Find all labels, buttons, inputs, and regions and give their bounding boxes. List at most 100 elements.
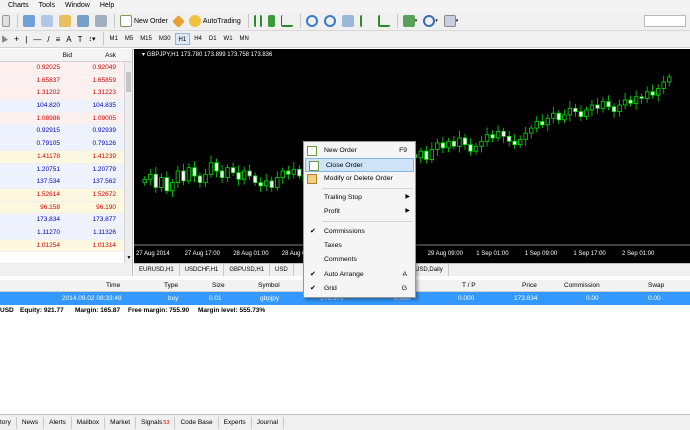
zoom-out-button[interactable]: [322, 14, 338, 29]
candlestick-button[interactable]: [266, 14, 277, 29]
timeframe-w1[interactable]: W1: [221, 33, 236, 45]
text-button[interactable]: A: [64, 32, 73, 47]
autotrading-button[interactable]: AutoTrading: [187, 14, 243, 29]
menu-trailing-stop[interactable]: Trailing Stop ▶: [304, 191, 415, 205]
indicators-button[interactable]: ▾: [401, 14, 420, 29]
arrows-button[interactable]: ↕▾: [86, 32, 97, 47]
zoom-out-icon: [323, 15, 336, 27]
bar-chart-button[interactable]: [252, 14, 264, 29]
menu-help[interactable]: Help: [95, 0, 119, 12]
chart-tab-usdchf[interactable]: USDCHF,H1: [180, 264, 225, 276]
cursor-button[interactable]: [0, 32, 10, 47]
timeframe-d1[interactable]: D1: [206, 33, 220, 45]
menu-taxes[interactable]: Taxes: [304, 239, 415, 253]
ask-column-header[interactable]: Ask: [90, 52, 116, 59]
search-input[interactable]: [644, 15, 686, 27]
market-watch-row[interactable]: 0.92915 0.92939: [0, 125, 132, 139]
channel-button[interactable]: ≡: [54, 32, 63, 47]
market-watch-toggle[interactable]: [21, 14, 37, 29]
chart-tab-gbpusd[interactable]: GBPUSD,H1: [224, 264, 271, 276]
col-time[interactable]: Time: [106, 282, 120, 289]
market-watch-row[interactable]: 1.52614 1.52672: [0, 188, 132, 202]
market-watch-row[interactable]: 1.01254 1.01314: [0, 239, 132, 253]
templates-button[interactable]: ▾: [442, 14, 461, 29]
menu-commissions[interactable]: ✔ Commissions: [304, 225, 415, 239]
timeframe-m30[interactable]: M30: [156, 33, 174, 45]
line-chart-button[interactable]: [279, 14, 295, 29]
new-order-button[interactable]: New Order: [118, 14, 170, 29]
market-watch-row[interactable]: 0.79105 0.79126: [0, 138, 132, 151]
col-type[interactable]: Type: [164, 282, 178, 289]
menu-charts[interactable]: Charts: [0, 0, 34, 12]
chart-shift-button[interactable]: [358, 14, 374, 29]
tab-alerts[interactable]: Alerts: [44, 416, 72, 429]
menu-commissions-label: Commissions: [324, 228, 365, 235]
autoscroll-button[interactable]: [376, 14, 392, 29]
tab-history[interactable]: tory: [0, 416, 17, 429]
periods-button[interactable]: ▾: [421, 14, 440, 29]
col-size[interactable]: Size: [212, 282, 225, 289]
tab-news[interactable]: News: [17, 416, 45, 429]
col-symbol[interactable]: Symbol: [258, 282, 280, 289]
menu-grid[interactable]: ✔ Grid G: [304, 282, 415, 296]
timeframe-h4[interactable]: H4: [191, 33, 205, 45]
tab-mailbox[interactable]: Mailbox: [72, 416, 106, 429]
col-price[interactable]: Price: [522, 282, 537, 289]
tab-code-base[interactable]: Code Base: [175, 416, 219, 429]
market-watch-row[interactable]: 96.158 96.190: [0, 201, 132, 215]
crosshair-button[interactable]: +: [12, 32, 21, 47]
data-window-toggle[interactable]: [39, 14, 55, 29]
col-tp[interactable]: T / P: [462, 282, 476, 289]
menu-close-order[interactable]: Close Order: [305, 158, 414, 172]
market-watch-row[interactable]: 173.834 173.877: [0, 214, 132, 227]
zoom-in-button[interactable]: [304, 14, 320, 29]
chart-tab-usd[interactable]: USD: [270, 264, 294, 276]
col-swap[interactable]: Swap: [648, 282, 664, 289]
timeframe-m15[interactable]: M15: [137, 33, 155, 45]
bid-column-header[interactable]: Bid: [46, 52, 72, 59]
tester-toggle[interactable]: [93, 14, 109, 29]
menu-profit[interactable]: Profit ▶: [304, 205, 415, 219]
col-commission[interactable]: Commission: [564, 282, 600, 289]
tab-signals[interactable]: Signals53: [136, 416, 176, 429]
checkmark-icon: ✔: [310, 228, 316, 235]
tab-journal[interactable]: Journal: [252, 416, 285, 429]
menu-new-order[interactable]: New Order F9: [304, 144, 415, 158]
chart-tab-eurusd[interactable]: EURUSD,H1: [134, 264, 180, 276]
market-watch-row[interactable]: 137.534 137.562: [0, 176, 132, 189]
market-watch-row[interactable]: 1.41178 1.41239: [0, 150, 132, 164]
menu-auto-arrange[interactable]: ✔ Auto Arrange A: [304, 268, 415, 282]
scrollbar-thumb[interactable]: [126, 72, 131, 92]
label-button[interactable]: T: [76, 32, 85, 47]
menu-comments[interactable]: Comments: [304, 253, 415, 267]
vertical-line-button[interactable]: |: [23, 32, 29, 47]
timeframe-m1[interactable]: M1: [107, 33, 121, 45]
market-watch-scrollbar[interactable]: ▼: [124, 62, 132, 263]
terminal-toggle[interactable]: [75, 14, 91, 29]
market-watch-row[interactable]: 0.92025 0.92049: [0, 62, 132, 75]
navigator-toggle[interactable]: [57, 14, 73, 29]
menu-window[interactable]: Window: [60, 0, 95, 12]
profiles-button[interactable]: [0, 14, 12, 29]
tab-market[interactable]: Market: [105, 416, 137, 429]
timeframe-mn[interactable]: MN: [237, 33, 252, 45]
horizontal-line-button[interactable]: —: [31, 32, 43, 47]
tile-windows-button[interactable]: [340, 14, 356, 29]
timeframe-m5[interactable]: M5: [122, 33, 136, 45]
scroll-down-icon[interactable]: ▼: [125, 255, 133, 263]
ask-value: 1.01314: [92, 241, 117, 249]
ask-value: 1.31223: [92, 89, 117, 97]
autotrading-label: AutoTrading: [202, 17, 241, 25]
market-watch-row[interactable]: 1.08986 1.09005: [0, 112, 132, 126]
menu-modify-order[interactable]: Modify or Delete Order: [304, 172, 415, 186]
market-watch-row[interactable]: 1.65837 1.65859: [0, 74, 132, 88]
trendline-button[interactable]: /: [45, 32, 51, 47]
tab-experts[interactable]: Experts: [219, 416, 252, 429]
market-watch-row[interactable]: 1.11270 1.11326: [0, 226, 132, 240]
market-watch-row[interactable]: 104.820 104.835: [0, 100, 132, 113]
market-watch-row[interactable]: 1.20751 1.20779: [0, 163, 132, 177]
metaeditor-button[interactable]: [171, 14, 185, 29]
market-watch-row[interactable]: 1.31202 1.31223: [0, 87, 132, 101]
timeframe-h1[interactable]: H1: [174, 33, 191, 45]
menu-tools[interactable]: Tools: [34, 0, 60, 12]
